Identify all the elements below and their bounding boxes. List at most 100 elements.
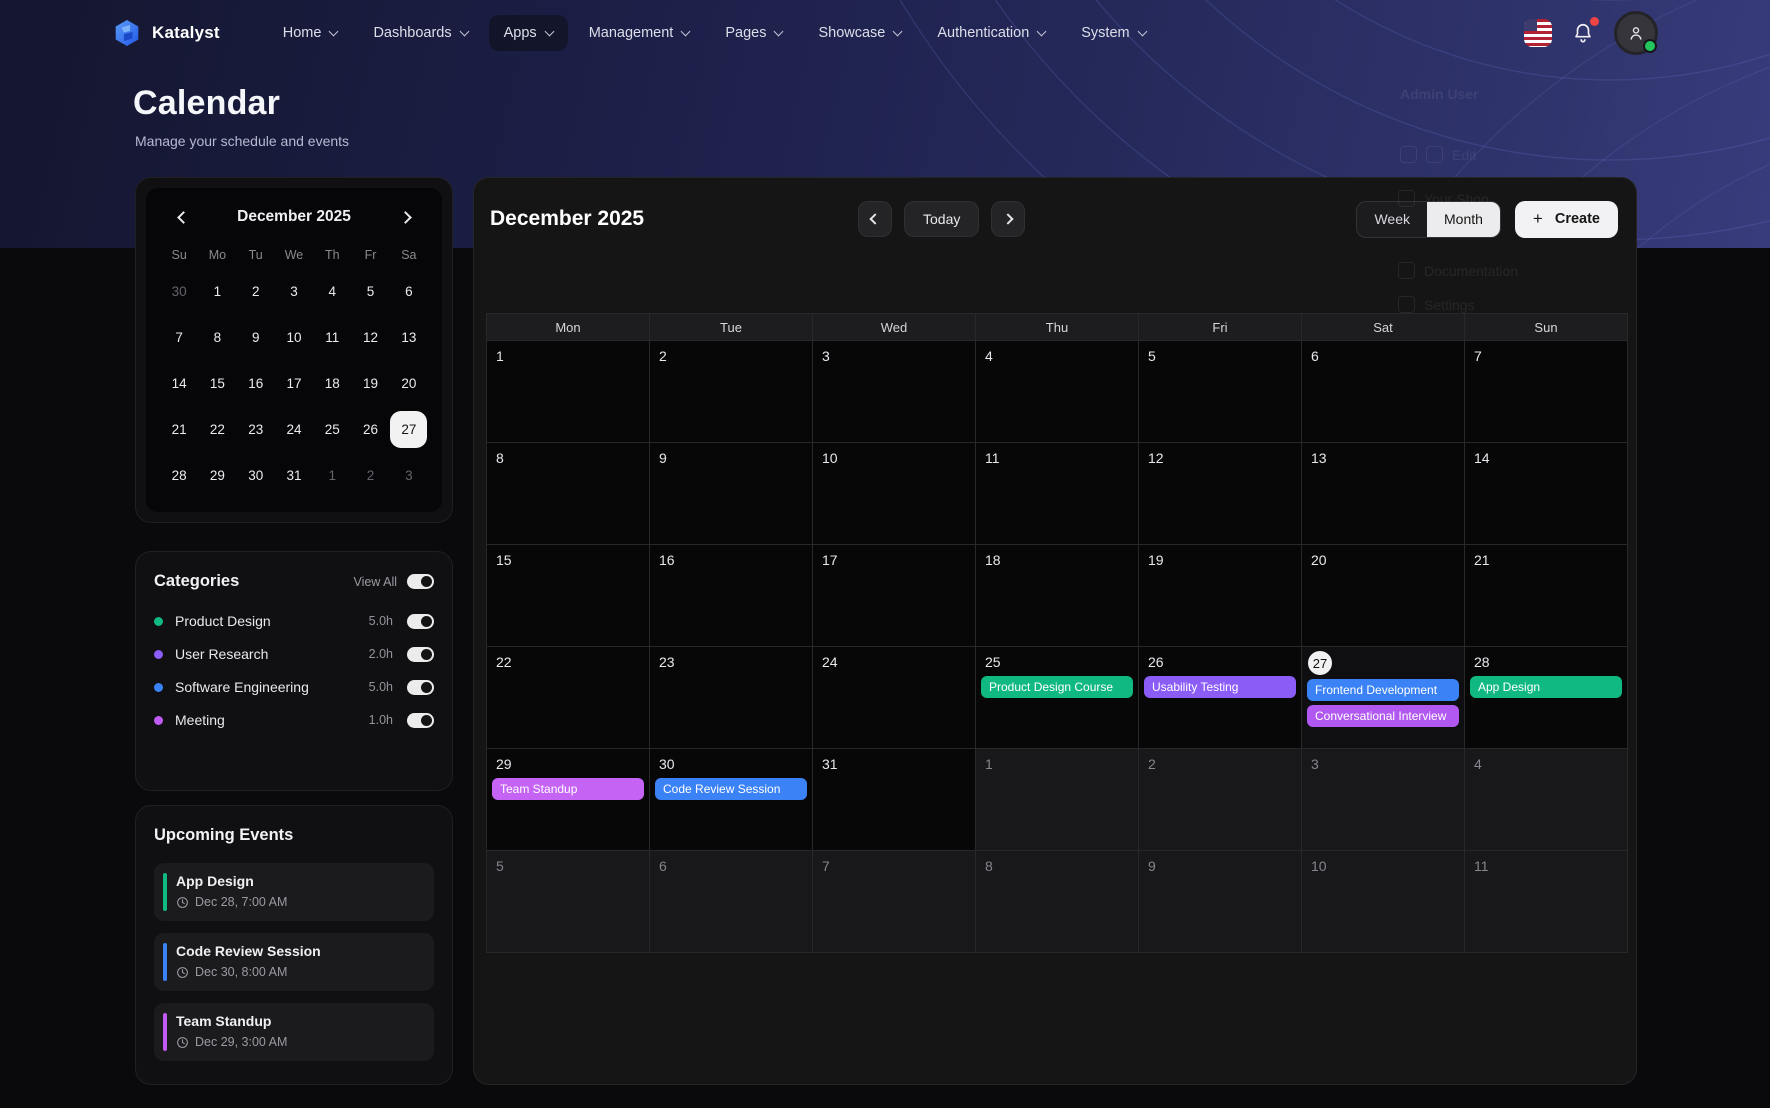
mini-day-cell[interactable]: 2 [237, 268, 275, 314]
mini-day-cell[interactable]: 1 [313, 452, 351, 498]
mini-day-cell[interactable]: 1 [198, 268, 236, 314]
day-cell[interactable]: 9 [650, 443, 812, 544]
day-cell[interactable]: 7 [813, 851, 975, 952]
mini-prev-month-button[interactable] [170, 204, 196, 230]
mini-day-cell-selected[interactable]: 27 [390, 411, 427, 448]
day-cell[interactable]: 24 [813, 647, 975, 748]
mini-day-cell[interactable]: 29 [198, 452, 236, 498]
event-pill[interactable]: Team Standup [492, 778, 644, 800]
day-cell[interactable]: 13 [1302, 443, 1464, 544]
user-menu-button[interactable] [1614, 11, 1658, 55]
day-cell[interactable]: 23 [650, 647, 812, 748]
event-pill[interactable]: Conversational Interview [1307, 705, 1459, 727]
mini-day-cell[interactable]: 7 [160, 314, 198, 360]
today-button[interactable]: Today [904, 201, 979, 237]
day-cell[interactable]: 3 [1302, 749, 1464, 850]
day-cell[interactable]: 14 [1465, 443, 1627, 544]
nav-item-dashboards[interactable]: Dashboards [358, 15, 482, 51]
mini-day-cell[interactable]: 2 [351, 452, 389, 498]
day-cell[interactable]: 4 [976, 341, 1138, 442]
mini-day-cell[interactable]: 25 [313, 406, 351, 452]
day-cell[interactable]: 27Frontend DevelopmentConversational Int… [1302, 647, 1464, 748]
mini-day-cell[interactable]: 5 [351, 268, 389, 314]
mini-day-cell[interactable]: 28 [160, 452, 198, 498]
event-pill[interactable]: App Design [1470, 676, 1622, 698]
brand[interactable]: Katalyst [112, 18, 220, 48]
mini-day-cell[interactable]: 13 [390, 314, 428, 360]
day-cell[interactable]: 6 [650, 851, 812, 952]
day-cell[interactable]: 8 [976, 851, 1138, 952]
nav-item-showcase[interactable]: Showcase [803, 15, 916, 51]
category-toggle[interactable] [407, 614, 434, 629]
view-week-button[interactable]: Week [1357, 202, 1427, 237]
day-cell[interactable]: 26Usability Testing [1139, 647, 1301, 748]
day-cell[interactable]: 9 [1139, 851, 1301, 952]
day-cell[interactable]: 4 [1465, 749, 1627, 850]
mini-day-cell[interactable]: 26 [351, 406, 389, 452]
mini-day-cell[interactable]: 30 [237, 452, 275, 498]
day-cell[interactable]: 16 [650, 545, 812, 646]
view-month-button[interactable]: Month [1427, 202, 1500, 237]
mini-day-cell[interactable]: 3 [275, 268, 313, 314]
view-all-toggle[interactable] [407, 574, 434, 589]
day-cell[interactable]: 10 [813, 443, 975, 544]
day-cell[interactable]: 1 [976, 749, 1138, 850]
day-cell[interactable]: 11 [1465, 851, 1627, 952]
mini-day-cell[interactable]: 10 [275, 314, 313, 360]
upcoming-event-item[interactable]: App DesignDec 28, 7:00 AM [154, 863, 434, 921]
upcoming-event-item[interactable]: Code Review SessionDec 30, 8:00 AM [154, 933, 434, 991]
category-toggle[interactable] [407, 647, 434, 662]
day-cell[interactable]: 22 [487, 647, 649, 748]
day-cell[interactable]: 31 [813, 749, 975, 850]
day-cell[interactable]: 20 [1302, 545, 1464, 646]
mini-day-cell[interactable]: 11 [313, 314, 351, 360]
prev-month-button[interactable] [858, 201, 892, 237]
day-cell[interactable]: 12 [1139, 443, 1301, 544]
event-pill[interactable]: Usability Testing [1144, 676, 1296, 698]
nav-item-apps[interactable]: Apps [489, 15, 568, 51]
day-cell[interactable]: 28App Design [1465, 647, 1627, 748]
event-pill[interactable]: Code Review Session [655, 778, 807, 800]
mini-day-cell[interactable]: 14 [160, 360, 198, 406]
day-cell[interactable]: 10 [1302, 851, 1464, 952]
mini-day-cell[interactable]: 4 [313, 268, 351, 314]
mini-day-cell[interactable]: 9 [237, 314, 275, 360]
day-cell[interactable]: 6 [1302, 341, 1464, 442]
category-toggle[interactable] [407, 713, 434, 728]
mini-day-cell[interactable]: 18 [313, 360, 351, 406]
day-cell[interactable]: 2 [650, 341, 812, 442]
mini-day-cell[interactable]: 8 [198, 314, 236, 360]
mini-day-cell[interactable]: 6 [390, 268, 428, 314]
day-cell[interactable]: 7 [1465, 341, 1627, 442]
mini-day-cell[interactable]: 24 [275, 406, 313, 452]
day-cell[interactable]: 2 [1139, 749, 1301, 850]
notifications-button[interactable] [1568, 18, 1598, 48]
mini-day-cell[interactable]: 20 [390, 360, 428, 406]
day-cell[interactable]: 1 [487, 341, 649, 442]
day-cell[interactable]: 3 [813, 341, 975, 442]
next-month-button[interactable] [991, 201, 1025, 237]
event-pill[interactable]: Product Design Course [981, 676, 1133, 698]
create-event-button[interactable]: + Create [1515, 201, 1618, 238]
mini-day-cell[interactable]: 21 [160, 406, 198, 452]
mini-day-cell[interactable]: 17 [275, 360, 313, 406]
mini-day-cell[interactable]: 16 [237, 360, 275, 406]
day-cell[interactable]: 25Product Design Course [976, 647, 1138, 748]
day-cell[interactable]: 18 [976, 545, 1138, 646]
mini-day-cell[interactable]: 3 [390, 452, 428, 498]
mini-day-cell[interactable]: 30 [160, 268, 198, 314]
mini-day-cell[interactable]: 12 [351, 314, 389, 360]
nav-item-pages[interactable]: Pages [710, 15, 797, 51]
mini-day-cell[interactable]: 31 [275, 452, 313, 498]
mini-day-cell[interactable]: 15 [198, 360, 236, 406]
mini-day-cell[interactable]: 19 [351, 360, 389, 406]
mini-next-month-button[interactable] [392, 204, 418, 230]
mini-day-cell[interactable]: 22 [198, 406, 236, 452]
nav-item-system[interactable]: System [1066, 15, 1160, 51]
category-toggle[interactable] [407, 680, 434, 695]
nav-item-management[interactable]: Management [574, 15, 705, 51]
day-cell[interactable]: 11 [976, 443, 1138, 544]
day-cell[interactable]: 21 [1465, 545, 1627, 646]
upcoming-event-item[interactable]: Team StandupDec 29, 3:00 AM [154, 1003, 434, 1061]
day-cell[interactable]: 8 [487, 443, 649, 544]
